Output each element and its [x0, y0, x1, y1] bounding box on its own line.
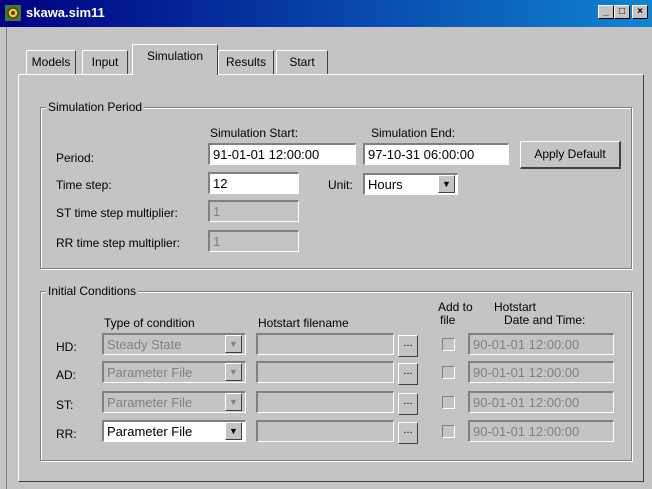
hd-add-to-file-checkbox[interactable]	[442, 338, 455, 351]
st-type-value: Parameter File	[107, 395, 193, 410]
tab-models[interactable]: Models	[26, 50, 76, 74]
tab-input[interactable]: Input	[82, 50, 128, 74]
close-button[interactable]: ×	[632, 5, 648, 19]
ad-hotstart-datetime-field[interactable]: 90-01-01 12:00:00	[468, 361, 614, 383]
datetime-header: Date and Time:	[504, 313, 586, 327]
file-header: file	[440, 313, 456, 327]
frame-divider	[6, 27, 7, 489]
st-add-to-file-checkbox[interactable]	[442, 396, 455, 409]
ad-hotstart-file-field[interactable]	[256, 361, 394, 383]
minimize-button[interactable]: _	[598, 5, 614, 19]
unit-dropdown-button[interactable]: ▼	[438, 175, 455, 193]
add-to-header: Add to	[438, 300, 473, 314]
hd-hotstart-file-field[interactable]	[256, 333, 394, 355]
ad-type-value: Parameter File	[107, 365, 193, 380]
rr-hotstart-file-field[interactable]	[256, 420, 394, 442]
tab-label: Models	[31, 55, 71, 69]
rr-type-value: Parameter File	[107, 424, 193, 439]
hd-label: HD:	[56, 340, 77, 354]
simulation-period-legend: Simulation Period	[46, 100, 145, 114]
rr-add-to-file-checkbox[interactable]	[442, 425, 455, 438]
st-hotstart-file-field[interactable]	[256, 391, 394, 413]
st-type-dropdown-button[interactable]: ▼	[225, 393, 242, 411]
period-label: Period:	[56, 151, 95, 165]
tab-label: Simulation	[146, 49, 204, 63]
hotstart-filename-header: Hotstart filename	[258, 316, 349, 330]
rr-multiplier-field[interactable]: 1	[208, 230, 299, 252]
time-step-field[interactable]: 12	[208, 172, 299, 194]
rr-hotstart-datetime-field[interactable]: 90-01-01 12:00:00	[468, 420, 614, 442]
ad-add-to-file-checkbox[interactable]	[442, 366, 455, 379]
unit-label: Unit:	[328, 178, 353, 192]
simulation-start-header: Simulation Start:	[210, 126, 299, 140]
window-title: skawa.sim11	[26, 5, 105, 20]
hd-type-value: Steady State	[107, 337, 182, 352]
simulation-end-header: Simulation End:	[371, 126, 456, 140]
hd-browse-button[interactable]: ...	[398, 335, 418, 357]
rr-browse-button[interactable]: ...	[398, 422, 418, 444]
initial-conditions-legend: Initial Conditions	[46, 284, 139, 298]
tab-label: Input	[91, 55, 119, 69]
hd-type-dropdown-button[interactable]: ▼	[225, 335, 242, 353]
apply-default-button[interactable]: Apply Default	[520, 141, 621, 169]
tab-label: Start	[289, 55, 315, 69]
st-multiplier-label: ST time step multiplier:	[56, 206, 178, 220]
hd-hotstart-datetime-field[interactable]: 90-01-01 12:00:00	[468, 333, 614, 355]
rr-type-dropdown-button[interactable]: ▼	[225, 422, 242, 440]
tab-start[interactable]: Start	[276, 50, 328, 74]
ad-label: AD:	[56, 368, 77, 382]
tab-results[interactable]: Results	[218, 50, 274, 74]
title-bar: skawa.sim11 _ □ ×	[0, 0, 652, 27]
unit-value: Hours	[368, 177, 403, 192]
maximize-button[interactable]: □	[614, 5, 630, 19]
st-hotstart-datetime-field[interactable]: 90-01-01 12:00:00	[468, 391, 614, 413]
st-multiplier-field[interactable]: 1	[208, 200, 299, 222]
ad-type-dropdown-button[interactable]: ▼	[225, 363, 242, 381]
simulation-start-field[interactable]: 91-01-01 12:00:00	[208, 143, 356, 165]
rr-multiplier-label: RR time step multiplier:	[56, 236, 181, 250]
ad-browse-button[interactable]: ...	[398, 363, 418, 385]
tab-label: Results	[225, 55, 266, 69]
simulation-end-field[interactable]: 97-10-31 06:00:00	[363, 143, 509, 165]
hotstart-header: Hotstart	[494, 300, 537, 314]
rr-label: RR:	[56, 427, 77, 441]
st-browse-button[interactable]: ...	[398, 393, 418, 415]
type-column-header: Type of condition	[104, 316, 195, 330]
st-label: ST:	[56, 398, 74, 412]
time-step-label: Time step:	[56, 178, 112, 192]
app-gear-icon	[5, 5, 21, 21]
tab-simulation[interactable]: Simulation	[132, 44, 218, 75]
